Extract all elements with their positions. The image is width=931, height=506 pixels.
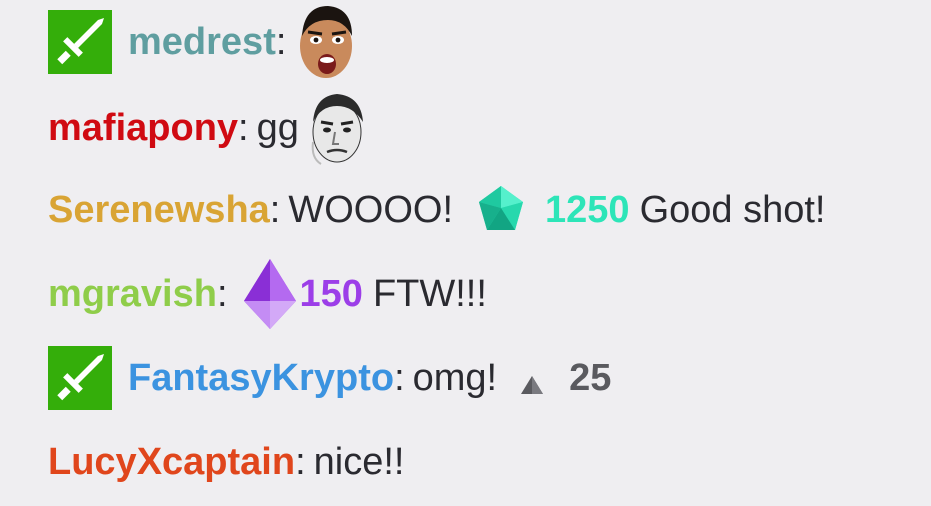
chat-message-text: Good shot! [639, 189, 826, 231]
chat-message-text: nice!! [313, 441, 405, 483]
chat-username[interactable]: FantasyKrypto [128, 359, 394, 397]
chat-message-text: WOOOO! [288, 189, 454, 231]
chat-message: Serenewsha : WOOOO! 1250 Good shot! [48, 168, 833, 252]
chat-username[interactable]: medrest [128, 23, 276, 61]
chat-message-text: gg [256, 107, 299, 149]
chat-colon: : [216, 273, 228, 315]
cheer-amount: 150 [299, 273, 363, 315]
kappa-emote[interactable] [307, 88, 367, 168]
purple-crystal-bits-icon[interactable] [242, 257, 298, 331]
chat-colon: : [275, 21, 287, 63]
teal-gem-bits-icon[interactable] [475, 184, 527, 236]
chat-message: LucyXcaptain : nice!! [48, 420, 412, 504]
moderator-sword-icon[interactable] [48, 10, 112, 74]
chat-username[interactable]: Serenewsha [48, 191, 270, 229]
pogchamp-emote[interactable] [294, 0, 358, 84]
chat-colon: : [394, 357, 405, 399]
chat-message-text: FTW!!! [372, 273, 487, 315]
chat-message-text: omg! [412, 357, 498, 399]
chat-username[interactable]: LucyXcaptain [48, 443, 295, 481]
chat-colon: : [269, 189, 281, 231]
chat-colon: : [295, 441, 306, 483]
moderator-sword-icon[interactable] [48, 346, 112, 410]
chat-message: FantasyKrypto : omg! 25 [48, 336, 621, 420]
chat-username[interactable]: mafiapony [48, 109, 238, 147]
chat-message: mafiapony : gg [48, 86, 367, 170]
cheer-amount: 25 [569, 357, 612, 399]
gray-triangle-bits-icon[interactable] [519, 360, 545, 396]
chat-message: medrest : [48, 0, 358, 84]
chat-username[interactable]: mgravish [48, 275, 217, 313]
cheer-amount: 1250 [545, 189, 630, 231]
chat-message: mgravish : 150 FTW!!! [48, 252, 495, 336]
chat-colon: : [238, 107, 249, 149]
